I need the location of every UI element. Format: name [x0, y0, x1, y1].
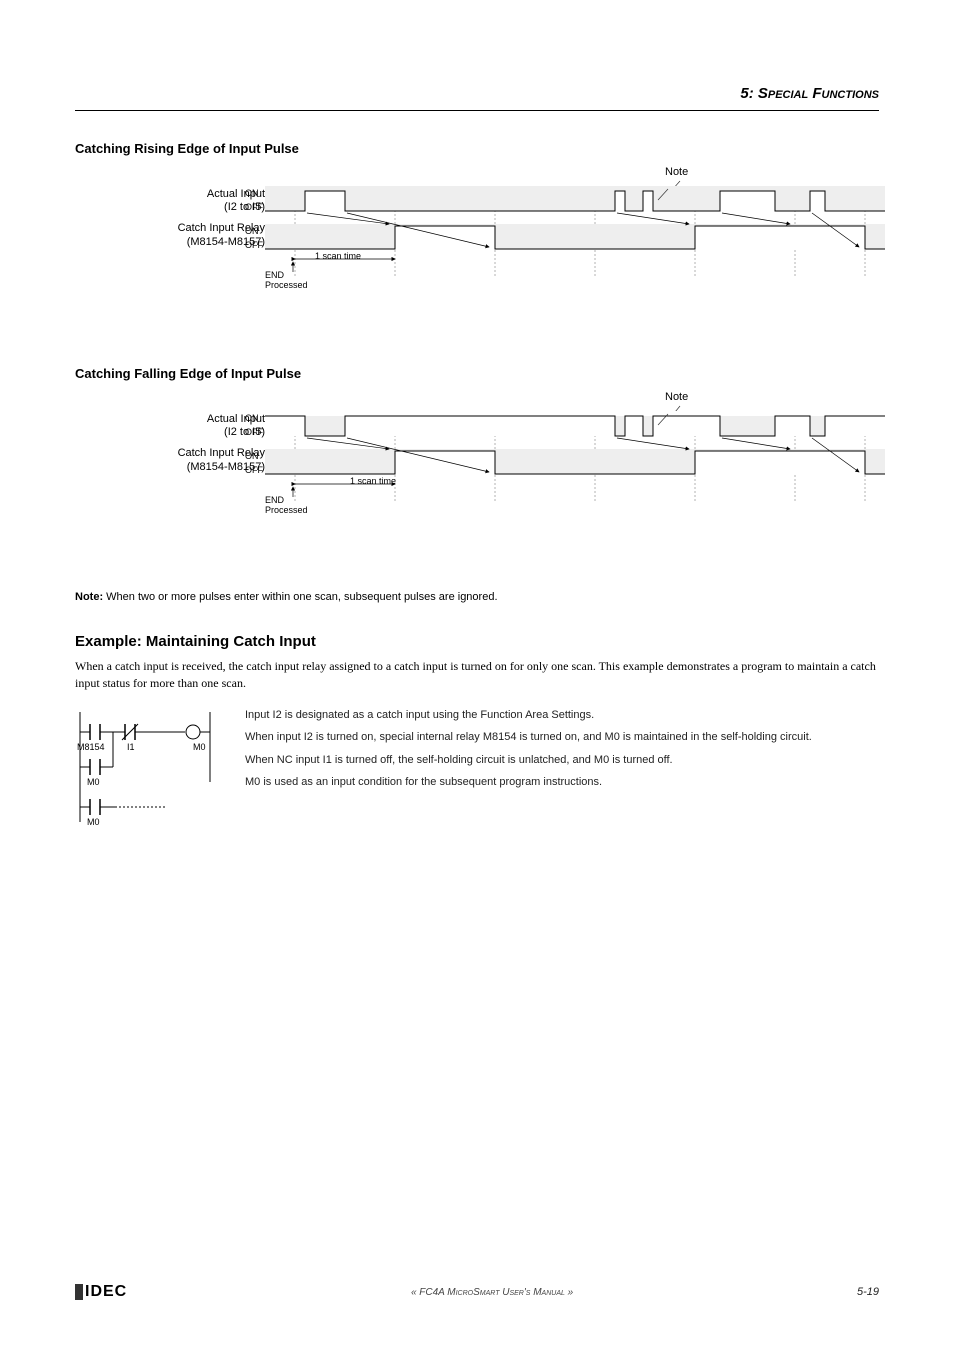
svg-text:M0: M0	[193, 742, 206, 752]
signal2-label-2: Catch Input Relay (M8154-M8157)	[75, 447, 265, 473]
signal2-label: Catch Input Relay (M8154-M8157)	[75, 222, 265, 248]
timing-svg-rising	[265, 176, 885, 306]
rising-edge-diagram: Note Actual Input (I2 to I5) Catch Input…	[75, 166, 879, 336]
chapter-header: 5: Special Functions	[75, 85, 879, 111]
logo-box-icon	[75, 1284, 83, 1300]
note-body: When two or more pulses enter within one…	[103, 591, 497, 603]
note-paragraph: Note: When two or more pulses enter with…	[75, 591, 879, 603]
chapter-title: Special Functions	[758, 85, 879, 102]
scan-time-label-2: 1 scan time	[350, 476, 396, 486]
off-label-2: OFF	[245, 240, 263, 250]
scan-time-label: 1 scan time	[315, 251, 361, 261]
falling-edge-diagram: Note Actual Input (I2 to I5) Catch Input…	[75, 391, 879, 561]
off-label-4: OFF	[245, 465, 263, 475]
logo-text: IDEC	[85, 1283, 127, 1301]
timing-svg-falling	[265, 401, 885, 531]
chapter-number: 5:	[740, 85, 753, 102]
page-footer: IDEC « FC4A MicroSmart User's Manual » 5…	[75, 1283, 879, 1301]
on-label-1: ON	[245, 188, 259, 198]
example-p4: M0 is used as an input condition for the…	[245, 774, 879, 791]
row-labels-2: Actual Input (I2 to I5) Catch Input Rela…	[75, 411, 265, 478]
on-label-3: ON	[245, 413, 259, 423]
example-explanation: Input I2 is designated as a catch input …	[245, 707, 879, 847]
end-processed-label: END Processed	[265, 271, 308, 291]
example-p1: Input I2 is designated as a catch input …	[245, 707, 879, 724]
idec-logo: IDEC	[75, 1283, 127, 1301]
on-label-2: ON	[245, 226, 259, 236]
off-label-3: OFF	[245, 427, 263, 437]
end-processed-2: END Processed	[265, 496, 308, 516]
example-intro: When a catch input is received, the catc…	[75, 658, 879, 692]
note-bold: Note:	[75, 591, 103, 603]
example-content: M8154 I1 M0 M0 M0 Inp	[75, 707, 879, 847]
ladder-diagram: M8154 I1 M0 M0 M0	[75, 707, 215, 847]
example-title: Example: Maintaining Catch Input	[75, 633, 879, 650]
rising-edge-title: Catching Rising Edge of Input Pulse	[75, 141, 879, 156]
off-label-1: OFF	[245, 202, 263, 212]
svg-text:M0: M0	[87, 777, 100, 787]
svg-text:M0: M0	[87, 817, 100, 827]
row-labels: Actual Input (I2 to I5) Catch Input Rela…	[75, 186, 265, 253]
svg-text:I1: I1	[127, 742, 135, 752]
svg-text:M8154: M8154	[77, 742, 105, 752]
example-p2: When input I2 is turned on, special inte…	[245, 729, 879, 746]
example-p3: When NC input I1 is turned off, the self…	[245, 752, 879, 769]
footer-manual-title: « FC4A MicroSmart User's Manual »	[411, 1287, 573, 1298]
signal1-label: Actual Input (I2 to I5)	[75, 188, 265, 214]
on-label-4: ON	[245, 451, 259, 461]
falling-edge-title: Catching Falling Edge of Input Pulse	[75, 366, 879, 381]
footer-page-number: 5-19	[857, 1286, 879, 1298]
signal1-label-2: Actual Input (I2 to I5)	[75, 413, 265, 439]
